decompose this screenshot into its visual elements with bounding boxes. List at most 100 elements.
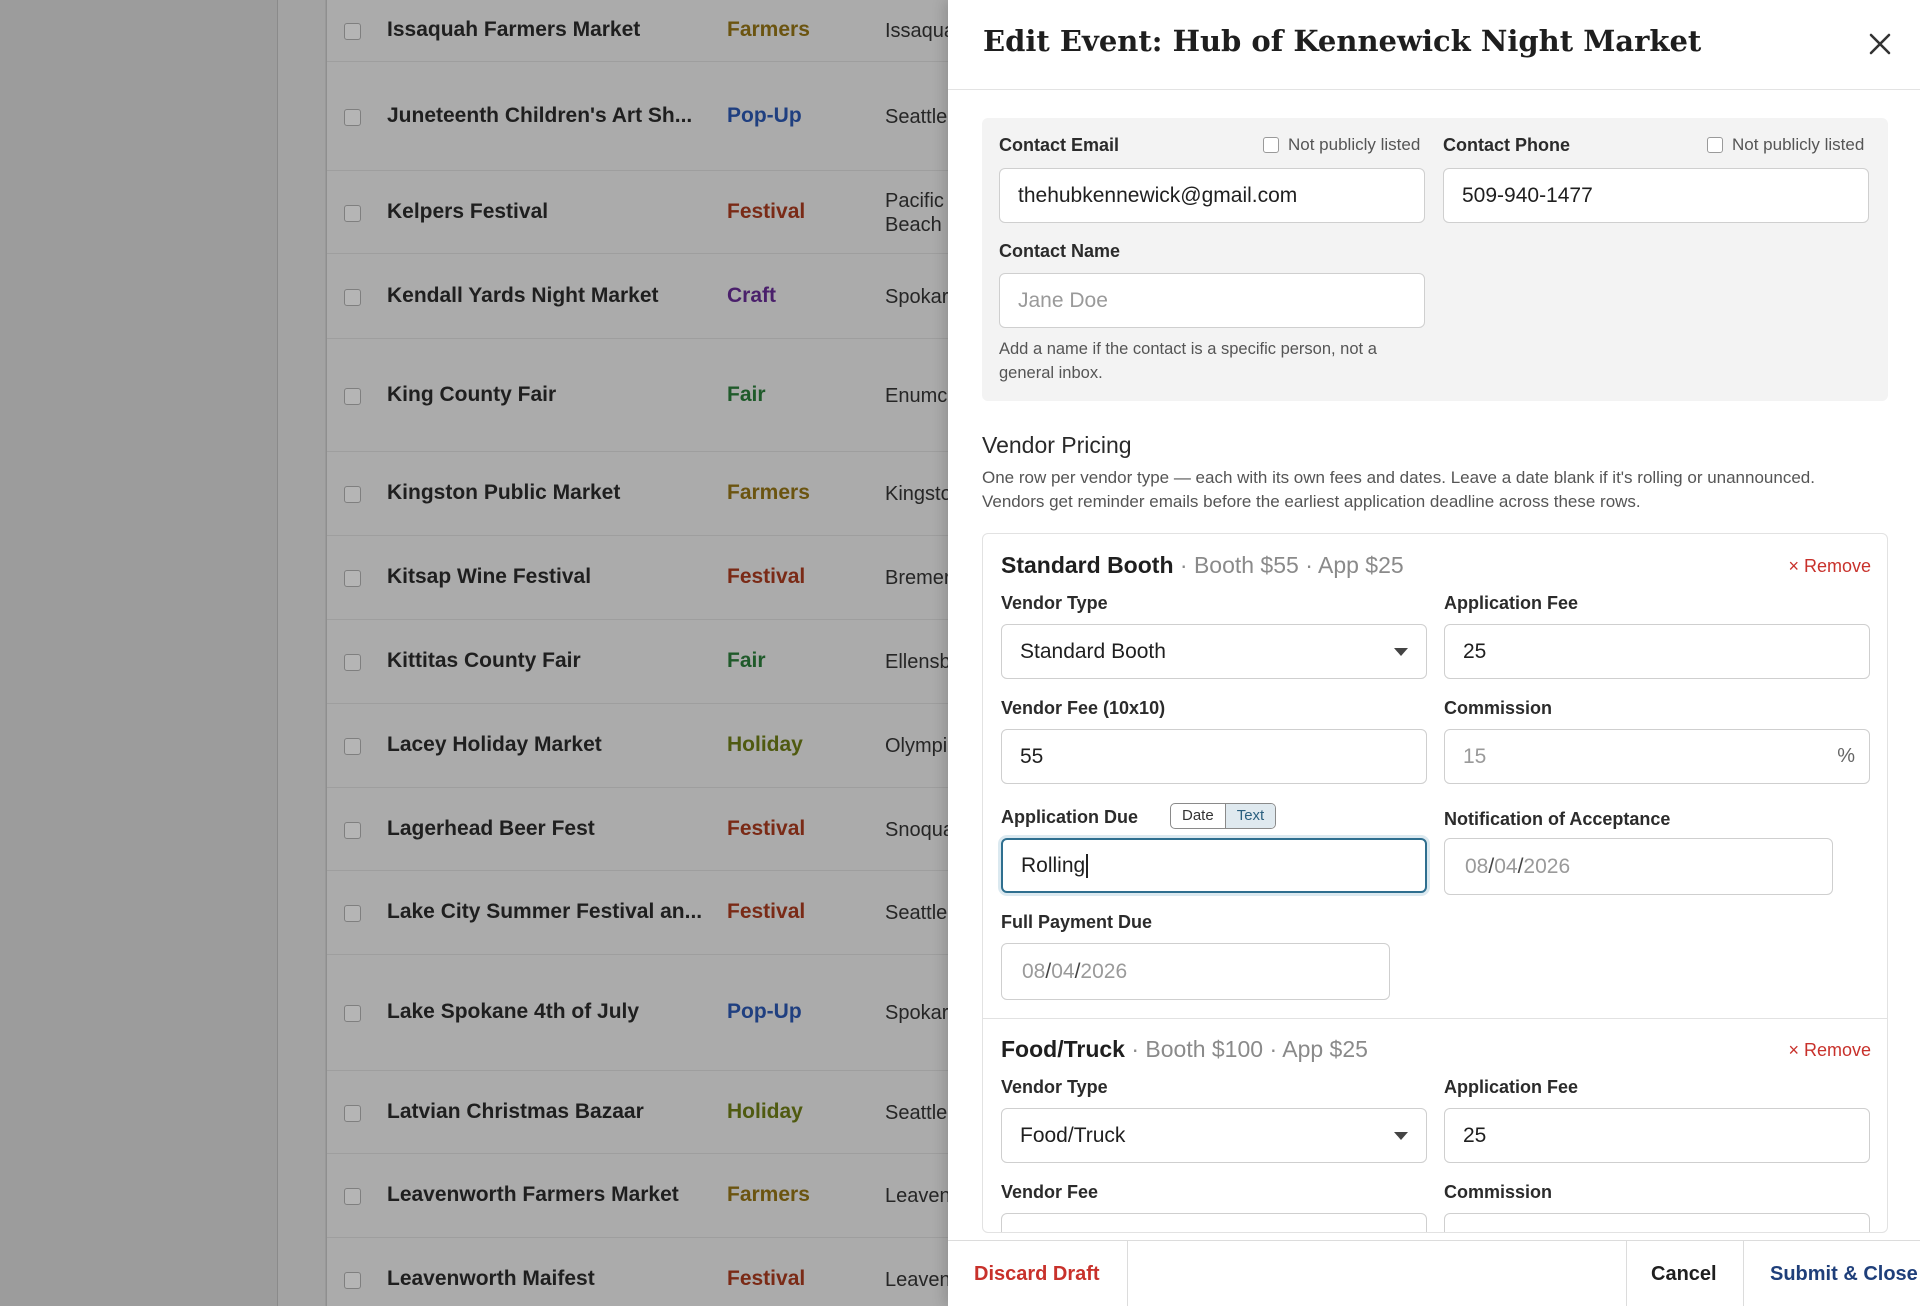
full-payment-date-input[interactable]: 08/04/2026	[1001, 943, 1390, 1000]
row-checkbox[interactable]	[344, 288, 361, 306]
event-name[interactable]: King County Fair	[387, 383, 556, 407]
list-item[interactable]: Lake Spokane 4th of July Pop-Up Spokar	[327, 955, 1027, 1071]
notification-date-input[interactable]: 08/04/2026	[1444, 838, 1833, 895]
toggle-date[interactable]: Date	[1171, 804, 1225, 828]
row-checkbox[interactable]	[344, 738, 361, 755]
event-name[interactable]: Lacey Holiday Market	[387, 733, 602, 757]
event-name[interactable]: Lake City Summer Festival an...	[387, 900, 702, 924]
close-icon[interactable]	[1862, 26, 1898, 62]
remove-button[interactable]: × Remove	[1788, 1040, 1871, 1061]
list-item[interactable]: Latvian Christmas Bazaar Holiday Seattle	[327, 1071, 1027, 1154]
footer-divider	[1626, 1241, 1627, 1306]
application-due-input[interactable]: Rolling	[1001, 838, 1427, 893]
event-name[interactable]: Juneteenth Children's Art Sh...	[387, 104, 692, 128]
list-item[interactable]: Kittitas County Fair Fair Ellensb	[327, 620, 1027, 704]
event-location: Enumc	[885, 384, 948, 407]
event-category: Festival	[727, 1267, 806, 1290]
event-name[interactable]: Latvian Christmas Bazaar	[387, 1100, 644, 1124]
row-checkbox[interactable]	[344, 1005, 361, 1022]
list-item[interactable]: Lacey Holiday Market Holiday Olympi	[327, 704, 1027, 788]
contact-phone-input[interactable]: 509-940-1477	[1443, 168, 1869, 223]
event-name[interactable]: Leavenworth Farmers Market	[387, 1183, 679, 1207]
phone-not-public-checkbox[interactable]: Not publicly listed	[1707, 135, 1864, 155]
list-item[interactable]: Kelpers Festival Festival Pacific Beach	[327, 171, 1027, 254]
application-fee-input[interactable]: 25	[1444, 624, 1870, 679]
commission-input[interactable]: 15 %	[1444, 729, 1870, 784]
row-checkbox[interactable]	[344, 1188, 361, 1205]
row-checkbox[interactable]	[344, 23, 361, 40]
row-checkbox[interactable]	[344, 570, 361, 587]
vendor-type-select[interactable]: Food/Truck	[1001, 1108, 1427, 1163]
percent-unit: %	[1837, 745, 1855, 767]
date-day: 04	[1494, 854, 1518, 878]
contact-email-input[interactable]: thehubkennewick@gmail.com	[999, 168, 1425, 223]
event-category: Festival	[727, 565, 806, 588]
date-day: 04	[1051, 959, 1075, 983]
checkbox-icon[interactable]	[1263, 137, 1279, 153]
text-cursor	[1086, 853, 1088, 878]
event-name[interactable]: Lake Spokane 4th of July	[387, 1000, 639, 1024]
list-item[interactable]: Leavenworth Maifest Festival Leaven	[327, 1238, 1027, 1306]
full-payment-label: Full Payment Due	[1001, 912, 1153, 932]
vendor-row: Standard Booth · Booth $55 · App $25 × R…	[983, 534, 1887, 1018]
event-name[interactable]: Leavenworth Maifest	[387, 1267, 595, 1291]
event-name[interactable]: Kingston Public Market	[387, 481, 620, 505]
email-not-public-checkbox[interactable]: Not publicly listed	[1263, 135, 1420, 155]
discard-draft-button[interactable]: Discard Draft	[974, 1241, 1100, 1306]
event-name[interactable]: Kelpers Festival	[387, 200, 548, 224]
row-checkbox[interactable]	[344, 387, 361, 405]
list-item[interactable]: Lake City Summer Festival an... Festival S…	[327, 871, 1027, 955]
drawer-title: Edit Event: Hub of Kennewick Night Marke…	[983, 24, 1702, 58]
event-name[interactable]: Kittitas County Fair	[387, 649, 581, 673]
event-category: Farmers	[727, 1183, 810, 1206]
event-location: Leaven	[885, 1269, 951, 1291]
event-location: Seattle	[885, 902, 948, 924]
vendor-fee-input[interactable]: 55	[1001, 729, 1427, 784]
row-checkbox[interactable]	[344, 905, 361, 922]
vendor-fee-input[interactable]: 100	[1001, 1213, 1427, 1232]
date-month: 08	[1022, 959, 1046, 983]
application-fee-input[interactable]: 25	[1444, 1108, 1870, 1163]
event-name[interactable]: Lagerhead Beer Fest	[387, 817, 595, 841]
event-name[interactable]: Kitsap Wine Festival	[387, 565, 591, 589]
event-category: Festival	[727, 199, 806, 223]
contact-email-label: Contact Email	[999, 135, 1120, 155]
list-item[interactable]: Kendall Yards Night Market Craft Spokar	[327, 254, 1027, 339]
commission-label: Commission	[1444, 698, 1553, 718]
event-location: Leaven	[885, 1185, 951, 1207]
checkbox-icon[interactable]	[1707, 137, 1723, 153]
event-category: Fair	[727, 649, 766, 672]
toggle-text[interactable]: Text	[1224, 804, 1276, 828]
event-location: Spokar	[885, 285, 949, 308]
submit-close-button[interactable]: Submit & Close	[1770, 1241, 1918, 1306]
event-name[interactable]: Issaquah Farmers Market	[387, 18, 640, 42]
vendor-fee-label: Vendor Fee	[1001, 1182, 1099, 1202]
row-checkbox[interactable]	[344, 108, 361, 126]
event-category: Festival	[727, 900, 806, 923]
row-checkbox[interactable]	[344, 654, 361, 671]
date-text-toggle[interactable]: Date Text	[1170, 803, 1277, 829]
cancel-button[interactable]: Cancel	[1651, 1241, 1717, 1306]
list-item[interactable]: Issaquah Farmers Market Farmers Issaqua	[327, 0, 1027, 62]
row-checkbox[interactable]	[344, 821, 361, 839]
row-checkbox[interactable]	[344, 1104, 361, 1122]
row-checkbox[interactable]	[344, 1272, 361, 1289]
date-year: 2026	[1080, 959, 1128, 983]
event-category: Craft	[727, 283, 777, 307]
vendor-type-select[interactable]: Standard Booth	[1001, 624, 1427, 679]
list-item[interactable]: Juneteenth Children's Art Sh... Pop-Up Sea…	[327, 62, 1027, 171]
list-item[interactable]: Kitsap Wine Festival Festival Bremer	[327, 536, 1027, 620]
list-item[interactable]: Leavenworth Farmers Market Farmers Leaven	[327, 1154, 1027, 1238]
commission-input[interactable]: 15 %	[1444, 1213, 1870, 1232]
event-list: Issaquah Farmers Market Farmers Issaqua Jun…	[327, 0, 1027, 1306]
list-item[interactable]: King County Fair Fair Enumc	[327, 339, 1027, 452]
background-sidebar	[0, 0, 278, 1306]
row-checkbox[interactable]	[344, 486, 361, 503]
row-checkbox[interactable]	[344, 204, 361, 222]
contact-name-input[interactable]: Jane Doe	[999, 273, 1425, 328]
list-item[interactable]: Lagerhead Beer Fest Festival Snoqua	[327, 788, 1027, 871]
event-name[interactable]: Kendall Yards Night Market	[387, 284, 659, 308]
remove-button[interactable]: × Remove	[1788, 556, 1871, 577]
list-item[interactable]: Kingston Public Market Farmers Kingsto	[327, 452, 1027, 536]
vendor-type-value: Standard Booth	[1020, 639, 1166, 663]
